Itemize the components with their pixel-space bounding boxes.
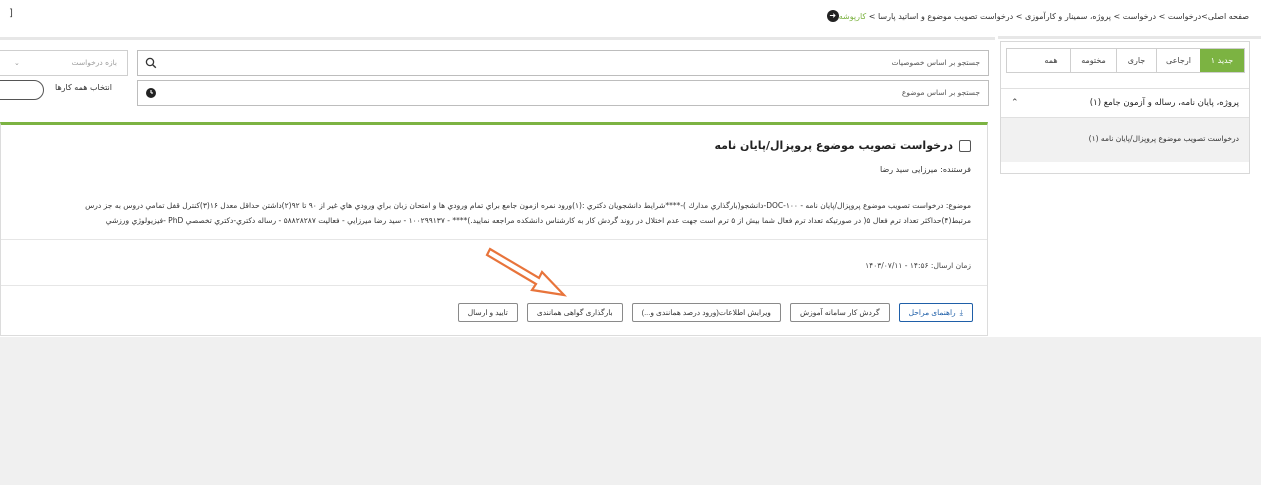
request-card: درخواست تصویب موضوع پروپزال/پایان نامه ف… <box>0 122 988 336</box>
page-background <box>0 337 1261 485</box>
chevron-down-icon: ⌄ <box>14 59 20 67</box>
tab-closed[interactable]: مختومه <box>1070 49 1116 72</box>
guide-button[interactable]: ⤓راهنمای مراحل <box>898 303 973 322</box>
edit-info-button[interactable]: ویرایش اطلاعات(ورود درصد همانندی و...) <box>631 303 781 322</box>
request-subject-line-2: مرتبط(۴)حداکثر تعداد ترم فعال ۵( در صورت… <box>105 216 971 225</box>
workflow-button[interactable]: گردش کار سامانه آموزش <box>789 303 890 322</box>
select-all-toggle[interactable] <box>0 80 44 100</box>
upload-certificate-button[interactable]: بارگذاری گواهی همانندی <box>526 303 623 322</box>
sidebar-divider <box>998 36 1261 39</box>
clock-icon <box>146 88 156 98</box>
accordion-header[interactable]: پروژه، پایان نامه، رساله و آزمون جامع (۱… <box>1001 88 1249 118</box>
tab-new[interactable]: ۱ جدید <box>1200 49 1244 72</box>
breadcrumb-path[interactable]: صفحه اصلی>درخواست > درخواست > پروژه، سمی… <box>839 12 1249 21</box>
download-icon: ⤓ <box>959 308 963 317</box>
top-divider <box>0 37 995 40</box>
status-tabs: ۱ جدید ارجاعی جاری مختومه همه <box>1006 48 1245 73</box>
accordion-item[interactable]: درخواست تصویب موضوع پروپزال/پایان نامه (… <box>1001 118 1249 162</box>
request-sender: فرستنده: میرزایی سید رضا <box>880 165 971 174</box>
tab-all[interactable]: همه <box>1032 49 1070 72</box>
date-range-placeholder: بازه درخواست <box>71 58 117 67</box>
breadcrumb-trail[interactable]: صفحه اصلی>درخواست > درخواست > پروژه، سمی… <box>866 12 1249 21</box>
request-title: درخواست تصویب موضوع پروپزال/پایان نامه <box>714 139 953 152</box>
request-checkbox[interactable] <box>959 139 971 152</box>
tab-current[interactable]: جاری <box>1116 49 1156 72</box>
chevron-up-icon[interactable]: ⌃ <box>1011 98 1019 108</box>
search-by-subject-placeholder: جستجو بر اساس موضوع <box>901 88 980 97</box>
request-subject-line-1: موضوع: درخواست تصویب موضوع پروپزال/پایان… <box>85 201 971 210</box>
request-sent-time: زمان ارسال: ۱۴:۵۶ - ۱۴۰۳/۰۷/۱۱ <box>865 261 971 270</box>
card-divider <box>1 239 987 240</box>
request-card-header: درخواست تصویب موضوع پروپزال/پایان نامه <box>714 139 971 152</box>
breadcrumb-current[interactable]: کارپوشه <box>839 12 866 21</box>
tab-referred[interactable]: ارجاعی <box>1156 49 1200 72</box>
request-category-accordion: پروژه، پایان نامه، رساله و آزمون جامع (۱… <box>1001 88 1249 173</box>
confirm-send-button[interactable]: تایید و ارسال <box>457 303 518 322</box>
guide-button-label: راهنمای مراحل <box>908 308 956 317</box>
action-buttons: ⤓راهنمای مراحل گردش کار سامانه آموزش ویر… <box>457 303 973 322</box>
accordion-item-label: درخواست تصویب موضوع پروپزال/پایان نامه (… <box>1088 134 1239 143</box>
search-by-subject-input[interactable]: جستجو بر اساس موضوع <box>137 80 989 106</box>
select-all-label: انتخاب همه کارها <box>55 83 112 92</box>
pointer-arrow-icon <box>485 247 568 297</box>
date-range-select[interactable]: بازه درخواست ⌄ <box>0 50 128 76</box>
sidebar: ۱ جدید ارجاعی جاری مختومه همه پروژه، پای… <box>1000 41 1250 174</box>
breadcrumb: ➜ صفحه اصلی>درخواست > درخواست > پروژه، س… <box>823 9 1249 23</box>
search-by-property-placeholder: جستجو بر اساس خصوصیات <box>891 58 980 67</box>
request-subject: موضوع: درخواست تصویب موضوع پروپزال/پایان… <box>1 198 971 228</box>
search-icon <box>145 57 157 69</box>
accordion-title: پروژه، پایان نامه، رساله و آزمون جامع (۱… <box>1089 98 1239 108</box>
corner-mark: ] <box>9 8 13 19</box>
search-by-property-input[interactable]: جستجو بر اساس خصوصیات <box>137 50 989 76</box>
back-arrow-icon[interactable]: ➜ <box>826 10 839 22</box>
